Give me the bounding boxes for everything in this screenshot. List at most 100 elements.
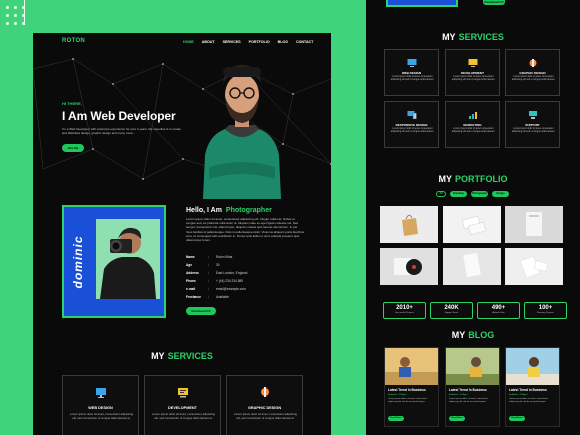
filter-branding[interactable]: Branding: [450, 191, 467, 197]
read-more-button[interactable]: Read More: [509, 416, 525, 421]
design-icon: [261, 387, 269, 397]
service-description: Lorem ipsum dolor sit amet, consectetur …: [234, 412, 297, 420]
blog-post-card[interactable]: Latest Trend In Business By Admin / 23 A…: [505, 347, 560, 427]
nav-blog[interactable]: BLOG: [278, 40, 288, 44]
service-card[interactable]: DEVELOPMENT Lorem ipsum dolor sit amet c…: [445, 49, 500, 96]
stat-label: Awards Won: [492, 312, 505, 314]
stat-number: 2010+: [396, 305, 413, 311]
portfolio-item-vinyl[interactable]: [380, 248, 438, 285]
service-card[interactable]: MARKETING Lorem ipsum dolor sit amet con…: [445, 101, 500, 148]
info-value: + (44) 234 234 889: [216, 279, 244, 283]
stat-number: 240K: [444, 305, 459, 311]
hero-headline: I Am Web Developer: [62, 109, 176, 123]
info-row: Age:30: [186, 263, 306, 271]
about-hello: Hello, I Am Photographer: [186, 207, 272, 214]
service-card[interactable]: GRAPHIC DESIGN Lorem ipsum dolor sit ame…: [505, 49, 560, 96]
info-row: e-mail: email@example.com: [186, 287, 306, 295]
hero-greeting: HI THERE,: [62, 101, 82, 106]
service-description: Lorem ipsum dolor sit amet consectetur a…: [511, 128, 556, 133]
service-description: Lorem ipsum dolor sit amet consectetur a…: [390, 76, 435, 81]
portfolio-item-stationery[interactable]: [505, 248, 563, 285]
blog-title-prefix: MY: [451, 330, 466, 340]
nav-services[interactable]: SERVICES: [223, 40, 241, 44]
blog-post-image: [506, 348, 559, 385]
responsive-icon: [407, 111, 417, 120]
portfolio-item-book[interactable]: [505, 206, 563, 243]
services-title-accent: SERVICES: [167, 351, 213, 361]
blog-title-accent: BLOG: [468, 330, 495, 340]
services-title-prefix: MY: [442, 32, 456, 42]
nav-about[interactable]: ABOUT: [202, 40, 215, 44]
service-description: Lorem ipsum dolor sit amet, consectetur …: [152, 412, 215, 420]
brand-logo[interactable]: ROTON: [62, 38, 85, 44]
navbar: ROTON HOME ABOUT SERVICES PORTFOLIO BLOG…: [33, 33, 331, 49]
development-icon: [178, 388, 188, 398]
read-more-button[interactable]: Read More: [449, 416, 465, 421]
portfolio-title-prefix: MY: [438, 174, 453, 184]
info-row: Address: East London, England: [186, 271, 306, 279]
photo-frame-fragment: [386, 0, 458, 7]
blog-post-card[interactable]: Latest Trend In Business By Admin / 23 A…: [445, 347, 500, 427]
service-card[interactable]: SUPPORT Lorem ipsum dolor sit amet conse…: [505, 101, 560, 148]
nav-portfolio[interactable]: PORTFOLIO: [249, 40, 270, 44]
blog-post-excerpt: Lorem ipsum dolor sit amet, consectetur …: [449, 398, 488, 403]
service-title: RESPONSIVE DESIGN: [395, 123, 428, 127]
blog-post-meta: By Admin / 23 April: [388, 394, 407, 396]
info-row: Phone: + (44) 234 234 889: [186, 279, 306, 287]
about-description: Lorem ipsum dolor sit amet, consectetur …: [186, 217, 305, 243]
filter-all[interactable]: All: [436, 191, 446, 197]
service-title: MARKETING: [463, 123, 482, 127]
about-hello-text: Hello, I Am: [186, 207, 222, 214]
service-title: GRAPHIC DESIGN: [247, 406, 282, 410]
portfolio-title-accent: PORTFOLIO: [455, 174, 508, 184]
services-title-accent: SERVICES: [458, 32, 504, 42]
service-card-web-design[interactable]: WEB DESIGN Lorem ipsum dolor sit amet, c…: [62, 375, 139, 435]
portfolio-item-bag[interactable]: [380, 206, 438, 243]
service-description: Lorem ipsum dolor sit amet consectetur a…: [511, 76, 556, 81]
info-key: Address: [186, 271, 199, 275]
service-description: Lorem ipsum dolor sit amet consectetur a…: [451, 76, 496, 81]
service-card[interactable]: WEB DESIGN Lorem ipsum dolor sit amet co…: [384, 49, 439, 96]
blog-post-meta: By Admin / 23 April: [449, 394, 468, 396]
blog-post-image: [385, 348, 438, 385]
service-card[interactable]: RESPONSIVE DESIGN Lorem ipsum dolor sit …: [384, 101, 439, 148]
service-card-graphic-design[interactable]: GRAPHIC DESIGN Lorem ipsum dolor sit ame…: [226, 375, 303, 435]
decorative-dots: [6, 6, 30, 30]
filter-design[interactable]: Design: [492, 191, 509, 197]
filter-photography[interactable]: Photography: [471, 191, 488, 197]
hire-me-button[interactable]: Hire Me: [62, 144, 84, 152]
info-key: Age: [186, 263, 193, 267]
portfolio-page-preview-left: ROTON HOME ABOUT SERVICES PORTFOLIO BLOG…: [33, 33, 331, 435]
read-more-button[interactable]: Read More: [388, 416, 404, 421]
stat-label: Successful Projects: [394, 312, 415, 314]
about-photo-frame: dominic: [62, 205, 166, 318]
blog-post-title: Latest Trend In Business: [388, 388, 426, 392]
nav-contact[interactable]: CONTACT: [296, 40, 313, 44]
download-cv-button[interactable]: Download CV: [186, 307, 216, 315]
nav-links: HOME ABOUT SERVICES PORTFOLIO BLOG CONTA…: [183, 40, 313, 44]
support-icon: [529, 111, 537, 119]
service-title: WEB DESIGN: [88, 406, 113, 410]
blog-post-meta: By Admin / 23 April: [509, 394, 528, 396]
service-card-development[interactable]: DEVELOPMENT Lorem ipsum dolor sit amet, …: [144, 375, 221, 435]
vertical-name-text: dominic: [71, 235, 85, 289]
download-cv-button-top[interactable]: Download CV: [483, 0, 505, 5]
vertical-name: dominic: [66, 227, 90, 297]
marketing-icon: [469, 112, 477, 119]
monitor-icon: [96, 388, 106, 398]
portfolio-item-cards[interactable]: [443, 206, 501, 243]
stat-box: 240K Happy Clients: [430, 302, 473, 319]
portfolio-filters: All Branding Photography Design: [436, 191, 509, 197]
service-description: Lorem ipsum dolor sit amet consectetur a…: [451, 128, 496, 133]
blog-post-card[interactable]: Latest Trend In Business By Admin / 23 A…: [384, 347, 439, 427]
portfolio-item-paper[interactable]: [443, 248, 501, 285]
info-value: email@example.com: [216, 287, 246, 291]
services-title-prefix: MY: [151, 351, 165, 361]
nav-home[interactable]: HOME: [183, 40, 194, 44]
blog-post-excerpt: Lorem ipsum dolor sit amet, consectetur …: [509, 398, 548, 403]
about-info-list: Name: Roton Mina Age:30 Address: East Lond…: [186, 255, 306, 303]
portfolio-page-preview-right: Download CV MY SERVICES WEB DESIGN Lorem …: [366, 0, 580, 435]
developer-portrait: [203, 65, 281, 199]
info-value: East London, England: [216, 271, 248, 275]
about-role: Photographer: [225, 207, 272, 214]
